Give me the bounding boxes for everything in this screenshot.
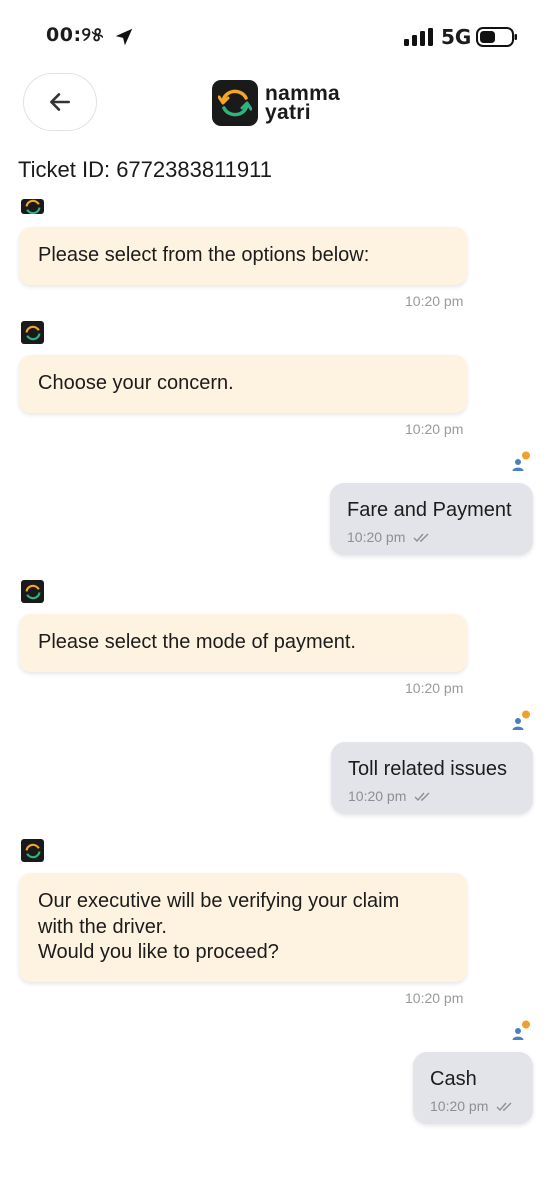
message-text: Would you like to proceed? bbox=[38, 941, 279, 963]
battery-icon bbox=[476, 27, 517, 47]
message-time: 10:20 pm bbox=[430, 1098, 489, 1114]
bot-message-bubble: Please select the mode of payment. bbox=[19, 614, 467, 672]
brand-name: namma yatri bbox=[265, 83, 340, 124]
user-avatar-icon bbox=[512, 1020, 530, 1040]
message-time: 10:20 pm bbox=[405, 990, 464, 1006]
message-text: Please select the mode of payment. bbox=[38, 631, 356, 653]
signal-icon bbox=[404, 28, 433, 46]
message-meta: 10:20 pm bbox=[347, 529, 516, 545]
bot-message-bubble: Please select from the options below: bbox=[19, 227, 467, 285]
message-time: 10:20 pm bbox=[347, 529, 406, 545]
message-text: Toll related issues bbox=[348, 758, 507, 780]
brand-line-2: yatri bbox=[265, 101, 311, 124]
message-time: 10:20 pm bbox=[405, 680, 464, 696]
network-label: 5G bbox=[441, 25, 472, 49]
bot-message-bubble: Our executive will be verifying your cla… bbox=[19, 873, 467, 982]
chat-screen: 00:୨୫ 5G namma yatri Ticket ID: 67723838… bbox=[0, 0, 554, 1200]
message-text: Choose your concern. bbox=[38, 372, 234, 394]
bot-avatar-icon bbox=[21, 199, 44, 214]
bot-avatar-icon bbox=[21, 321, 44, 344]
message-time: 10:20 pm bbox=[348, 788, 407, 804]
delivered-check-icon bbox=[496, 1102, 512, 1112]
location-arrow-icon bbox=[115, 28, 133, 46]
message-text: Fare and Payment bbox=[347, 499, 512, 521]
message-time: 10:20 pm bbox=[405, 293, 464, 309]
message-text: Our executive will be verifying your cla… bbox=[38, 890, 400, 912]
bot-avatar-icon bbox=[21, 839, 44, 862]
message-text: Cash bbox=[430, 1068, 477, 1090]
status-time: 00:୨୫ bbox=[46, 24, 104, 46]
message-text: Please select from the options below: bbox=[38, 244, 370, 266]
user-avatar-icon bbox=[512, 710, 530, 730]
user-message-bubble: Cash 10:20 pm bbox=[413, 1052, 533, 1124]
bot-message-bubble: Choose your concern. bbox=[19, 355, 467, 413]
message-time: 10:20 pm bbox=[405, 421, 464, 437]
message-meta: 10:20 pm bbox=[430, 1098, 516, 1114]
bot-avatar-icon bbox=[21, 580, 44, 603]
brand-logo-group: namma yatri bbox=[212, 80, 340, 126]
ticket-id: Ticket ID: 6772383811911 bbox=[18, 157, 272, 182]
user-avatar-icon bbox=[512, 451, 530, 471]
user-message-bubble: Fare and Payment 10:20 pm bbox=[330, 483, 533, 555]
namma-yatri-logo-icon bbox=[212, 80, 258, 126]
status-bar: 00:୨୫ 5G bbox=[0, 0, 554, 70]
arrow-left-icon bbox=[50, 93, 70, 111]
delivered-check-icon bbox=[414, 792, 430, 802]
message-meta: 10:20 pm bbox=[348, 788, 516, 804]
delivered-check-icon bbox=[413, 533, 429, 543]
user-message-bubble: Toll related issues 10:20 pm bbox=[331, 742, 533, 814]
message-text: with the driver. bbox=[38, 915, 167, 938]
back-button[interactable] bbox=[23, 73, 97, 131]
